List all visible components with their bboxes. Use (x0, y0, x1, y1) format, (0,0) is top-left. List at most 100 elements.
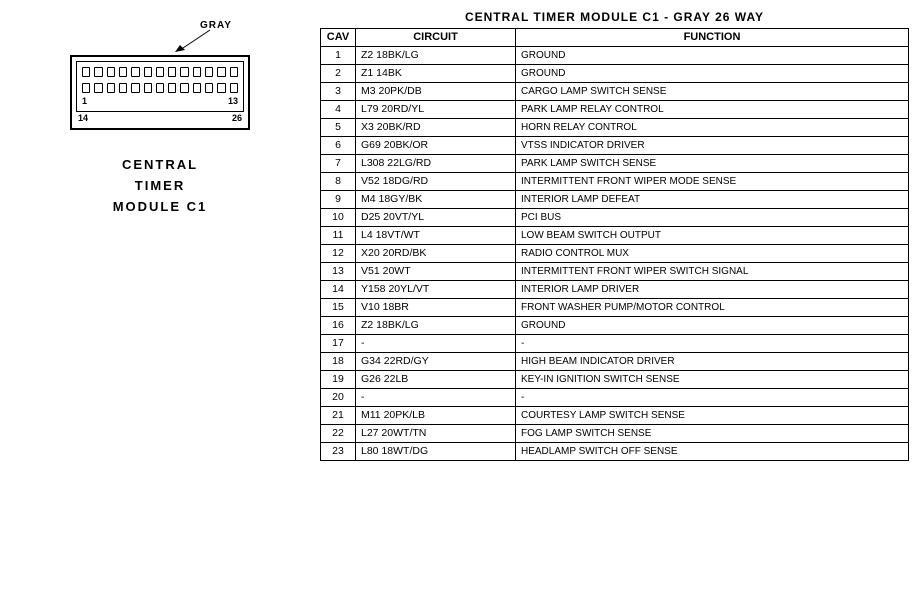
pin-bottom-left: 14 (78, 113, 88, 123)
table-cell-22-0: 23 (321, 443, 356, 461)
table-cell-16-2: - (516, 335, 909, 353)
table-row: 11L4 18VT/WTLOW BEAM SWITCH OUTPUT (321, 227, 909, 245)
table-cell-2-1: M3 20PK/DB (356, 83, 516, 101)
header-cav: CAV (321, 29, 356, 47)
table-row: 20-- (321, 389, 909, 407)
table-cell-1-1: Z1 14BK (356, 65, 516, 83)
table-cell-15-0: 16 (321, 317, 356, 335)
table-cell-10-0: 11 (321, 227, 356, 245)
table-cell-20-0: 21 (321, 407, 356, 425)
table-cell-9-0: 10 (321, 209, 356, 227)
table-cell-12-2: INTERMITTENT FRONT WIPER SWITCH SIGNAL (516, 263, 909, 281)
gray-label: GRAY (200, 20, 232, 31)
table-cell-11-2: RADIO CONTROL MUX (516, 245, 909, 263)
table-cell-6-1: L308 22LG/RD (356, 155, 516, 173)
table-cell-22-1: L80 18WT/DG (356, 443, 516, 461)
table-row: 12X20 20RD/BKRADIO CONTROL MUX (321, 245, 909, 263)
table-cell-20-1: M11 20PK/LB (356, 407, 516, 425)
table-cell-22-2: HEADLAMP SWITCH OFF SENSE (516, 443, 909, 461)
table-cell-15-1: Z2 18BK/LG (356, 317, 516, 335)
table-header-row: CAV CIRCUIT FUNCTION (321, 29, 909, 47)
table-cell-13-0: 14 (321, 281, 356, 299)
table-cell-9-1: D25 20VT/YL (356, 209, 516, 227)
table-cell-8-1: M4 18GY/BK (356, 191, 516, 209)
pin-top-right: 13 (228, 96, 238, 106)
main-container: GRAY (0, 0, 919, 608)
table-row: 9M4 18GY/BKINTERIOR LAMP DEFEAT (321, 191, 909, 209)
table-row: 14Y158 20YL/VTINTERIOR LAMP DRIVER (321, 281, 909, 299)
table-row: 22L27 20WT/TNFOG LAMP SWITCH SENSE (321, 425, 909, 443)
right-panel: CENTRAL TIMER MODULE C1 - GRAY 26 WAY CA… (320, 10, 909, 598)
table-cell-15-2: GROUND (516, 317, 909, 335)
table-cell-5-2: VTSS INDICATOR DRIVER (516, 137, 909, 155)
table-cell-10-1: L4 18VT/WT (356, 227, 516, 245)
table-cell-14-2: FRONT WASHER PUMP/MOTOR CONTROL (516, 299, 909, 317)
data-table: CAV CIRCUIT FUNCTION 1Z2 18BK/LGGROUND2Z… (320, 28, 909, 461)
table-row: 21M11 20PK/LBCOURTESY LAMP SWITCH SENSE (321, 407, 909, 425)
table-cell-0-2: GROUND (516, 47, 909, 65)
table-cell-21-1: L27 20WT/TN (356, 425, 516, 443)
table-cell-3-1: L79 20RD/YL (356, 101, 516, 119)
table-row: 3M3 20PK/DBCARGO LAMP SWITCH SENSE (321, 83, 909, 101)
table-cell-3-2: PARK LAMP RELAY CONTROL (516, 101, 909, 119)
table-cell-18-2: KEY-IN IGNITION SWITCH SENSE (516, 371, 909, 389)
table-cell-2-2: CARGO LAMP SWITCH SENSE (516, 83, 909, 101)
table-cell-21-0: 22 (321, 425, 356, 443)
table-cell-8-0: 9 (321, 191, 356, 209)
table-cell-10-2: LOW BEAM SWITCH OUTPUT (516, 227, 909, 245)
table-cell-8-2: INTERIOR LAMP DEFEAT (516, 191, 909, 209)
table-cell-16-0: 17 (321, 335, 356, 353)
table-cell-13-2: INTERIOR LAMP DRIVER (516, 281, 909, 299)
table-cell-7-1: V52 18DG/RD (356, 173, 516, 191)
table-cell-6-2: PARK LAMP SWITCH SENSE (516, 155, 909, 173)
table-cell-14-0: 15 (321, 299, 356, 317)
table-cell-11-1: X20 20RD/BK (356, 245, 516, 263)
table-row: 23L80 18WT/DGHEADLAMP SWITCH OFF SENSE (321, 443, 909, 461)
table-cell-4-1: X3 20BK/RD (356, 119, 516, 137)
pin-top-left: 1 (82, 96, 87, 106)
table-row: 10D25 20VT/YLPCI BUS (321, 209, 909, 227)
table-row: 2Z1 14BKGROUND (321, 65, 909, 83)
table-cell-17-1: G34 22RD/GY (356, 353, 516, 371)
table-cell-5-1: G69 20BK/OR (356, 137, 516, 155)
table-row: 16Z2 18BK/LGGROUND (321, 317, 909, 335)
table-cell-2-0: 3 (321, 83, 356, 101)
table-row: 15V10 18BRFRONT WASHER PUMP/MOTOR CONTRO… (321, 299, 909, 317)
table-cell-3-0: 4 (321, 101, 356, 119)
table-cell-5-0: 6 (321, 137, 356, 155)
table-cell-4-2: HORN RELAY CONTROL (516, 119, 909, 137)
table-cell-20-2: COURTESY LAMP SWITCH SENSE (516, 407, 909, 425)
table-row: 7L308 22LG/RDPARK LAMP SWITCH SENSE (321, 155, 909, 173)
module-label: CENTRAL TIMER MODULE C1 (113, 155, 208, 217)
table-cell-4-0: 5 (321, 119, 356, 137)
table-cell-1-2: GROUND (516, 65, 909, 83)
table-row: 4L79 20RD/YLPARK LAMP RELAY CONTROL (321, 101, 909, 119)
header-function: FUNCTION (516, 29, 909, 47)
table-cell-13-1: Y158 20YL/VT (356, 281, 516, 299)
table-cell-14-1: V10 18BR (356, 299, 516, 317)
table-row: 13V51 20WTINTERMITTENT FRONT WIPER SWITC… (321, 263, 909, 281)
table-cell-17-2: HIGH BEAM INDICATOR DRIVER (516, 353, 909, 371)
table-cell-9-2: PCI BUS (516, 209, 909, 227)
table-cell-21-2: FOG LAMP SWITCH SENSE (516, 425, 909, 443)
table-cell-11-0: 12 (321, 245, 356, 263)
table-cell-7-2: INTERMITTENT FRONT WIPER MODE SENSE (516, 173, 909, 191)
table-cell-0-0: 1 (321, 47, 356, 65)
table-cell-0-1: Z2 18BK/LG (356, 47, 516, 65)
table-cell-12-0: 13 (321, 263, 356, 281)
table-cell-19-1: - (356, 389, 516, 407)
table-row: 18G34 22RD/GYHIGH BEAM INDICATOR DRIVER (321, 353, 909, 371)
pin-bottom-right: 26 (232, 113, 242, 123)
table-cell-19-2: - (516, 389, 909, 407)
table-cell-7-0: 8 (321, 173, 356, 191)
table-cell-18-0: 19 (321, 371, 356, 389)
table-row: 6G69 20BK/ORVTSS INDICATOR DRIVER (321, 137, 909, 155)
header-circuit: CIRCUIT (356, 29, 516, 47)
table-row: 8V52 18DG/RDINTERMITTENT FRONT WIPER MOD… (321, 173, 909, 191)
table-row: 1Z2 18BK/LGGROUND (321, 47, 909, 65)
table-cell-12-1: V51 20WT (356, 263, 516, 281)
table-cell-19-0: 20 (321, 389, 356, 407)
table-row: 5X3 20BK/RDHORN RELAY CONTROL (321, 119, 909, 137)
table-cell-18-1: G26 22LB (356, 371, 516, 389)
table-cell-1-0: 2 (321, 65, 356, 83)
